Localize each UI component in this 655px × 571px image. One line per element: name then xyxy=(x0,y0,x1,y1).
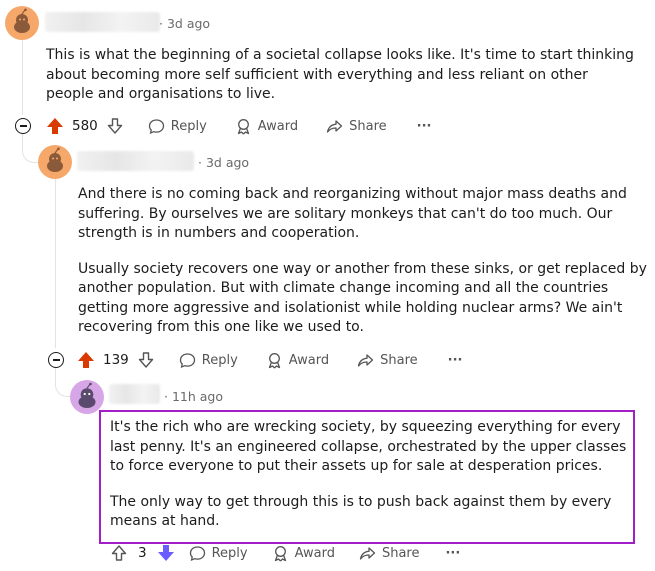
award-icon xyxy=(274,545,286,561)
vote-count: 139 xyxy=(103,352,129,368)
avatar[interactable] xyxy=(5,6,39,40)
username-redacted[interactable] xyxy=(45,12,160,32)
comment-actions: 3 Reply Award Share ··· xyxy=(110,542,460,564)
reply-icon xyxy=(189,545,205,561)
award-button[interactable]: Award xyxy=(272,545,335,562)
more-options-button[interactable]: ··· xyxy=(417,119,432,134)
username-redacted[interactable] xyxy=(109,384,160,404)
comment-actions: 580 Reply Award Share ··· xyxy=(46,115,431,137)
reply-icon xyxy=(148,118,164,134)
downvote-icon[interactable] xyxy=(106,117,124,135)
snoo-avatar-icon xyxy=(38,145,72,179)
vote-count: 3 xyxy=(138,545,147,561)
comment-body: It's the rich who are wrecking society, … xyxy=(110,418,630,532)
collapse-icon[interactable] xyxy=(15,118,31,134)
comment-paragraph: Usually society recovers one way or anot… xyxy=(78,260,647,336)
timestamp[interactable]: 3d ago xyxy=(167,16,210,31)
reply-button[interactable]: Reply xyxy=(148,118,207,135)
reply-button[interactable]: Reply xyxy=(189,545,248,562)
award-icon xyxy=(268,352,280,368)
downvote-icon[interactable] xyxy=(137,351,155,369)
timestamp[interactable]: 3d ago xyxy=(206,155,249,170)
more-options-button[interactable]: ··· xyxy=(448,353,463,368)
comment-meta: · 3d ago xyxy=(159,16,211,31)
share-button[interactable]: Share xyxy=(357,352,418,369)
award-button[interactable]: Award xyxy=(235,118,298,135)
reply-icon xyxy=(179,352,195,368)
comment-meta: · 11h ago xyxy=(164,389,223,404)
downvote-icon[interactable] xyxy=(157,544,175,562)
upvote-icon[interactable] xyxy=(46,117,64,135)
vote-group: 580 xyxy=(46,117,124,135)
comment-paragraph: And there is no coming back and reorgani… xyxy=(78,186,627,241)
comment-paragraph: The only way to get through this is to p… xyxy=(110,493,612,530)
upvote-icon[interactable] xyxy=(77,351,95,369)
thread-line-1 xyxy=(22,40,23,115)
share-button[interactable]: Share xyxy=(359,545,419,562)
avatar[interactable] xyxy=(38,145,72,179)
vote-group: 139 xyxy=(77,351,155,369)
more-options-button[interactable]: ··· xyxy=(445,546,460,561)
comment-actions: 139 Reply Award Share ··· xyxy=(77,349,462,371)
vote-group: 3 xyxy=(110,544,175,562)
avatar[interactable] xyxy=(70,380,104,414)
award-icon xyxy=(237,118,249,134)
award-button[interactable]: Award xyxy=(266,352,329,369)
upvote-icon[interactable] xyxy=(110,544,128,562)
timestamp[interactable]: 11h ago xyxy=(172,389,223,404)
snoo-avatar-icon xyxy=(5,6,39,40)
share-button[interactable]: Share xyxy=(326,118,387,135)
share-icon xyxy=(326,119,343,133)
vote-count: 580 xyxy=(72,118,98,134)
comment-paragraph: It's the rich who are wrecking society, … xyxy=(110,419,627,474)
reply-connector-2 xyxy=(22,134,39,163)
comment-body: And there is no coming back and reorgani… xyxy=(78,185,648,338)
comment-body: This is what the beginning of a societal… xyxy=(46,46,636,105)
share-icon xyxy=(359,546,376,560)
snoo-avatar-icon xyxy=(70,380,104,414)
comment-paragraph: This is what the beginning of a societal… xyxy=(46,47,634,102)
comment-meta: · 3d ago xyxy=(198,155,250,170)
username-redacted[interactable] xyxy=(77,151,194,171)
reply-button[interactable]: Reply xyxy=(179,352,238,369)
thread-line-3 xyxy=(55,178,56,348)
collapse-icon[interactable] xyxy=(48,352,64,368)
share-icon xyxy=(357,353,374,367)
